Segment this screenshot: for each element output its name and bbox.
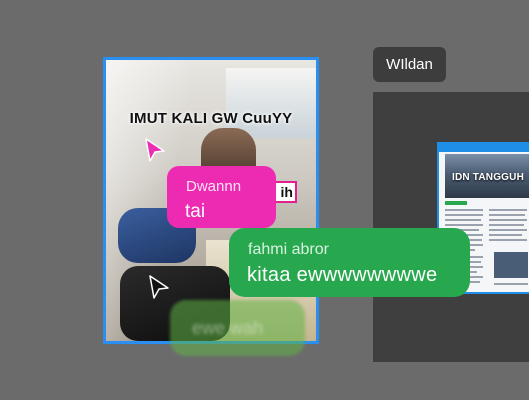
document-text-line — [445, 219, 481, 221]
document-headline: IDN TANGGUH — [451, 172, 524, 183]
chat-message-text: tai — [185, 201, 206, 222]
participant-name-tag: WIldan — [373, 47, 446, 82]
document-inline-photo — [494, 252, 528, 278]
document-text-line — [489, 239, 527, 241]
document-text-line — [494, 283, 528, 285]
document-text-line — [445, 224, 483, 226]
document-text-line — [445, 209, 483, 211]
chat-bubble-fahmi-abror[interactable]: fahmi abror kitaa ewwwwwwwwe — [229, 228, 470, 297]
document-text-line — [489, 219, 527, 221]
chat-bubble-dwannn[interactable]: Dwannn tai — [167, 166, 276, 228]
document-text-line — [489, 209, 527, 211]
photo-window-area — [226, 68, 316, 138]
cursor-pointer-icon — [145, 138, 165, 162]
chat-message-text: ewe wah — [192, 318, 264, 338]
chat-bubble-faded: ewe wah — [170, 300, 305, 356]
document-text-line — [445, 214, 483, 216]
chat-message-text: kitaa ewwwwwwwwe — [247, 264, 438, 286]
document-text-line — [489, 234, 522, 236]
document-text-line — [489, 224, 524, 226]
document-header-bar — [439, 144, 529, 152]
document-text-line — [489, 229, 527, 231]
document-text-line — [489, 214, 525, 216]
document-tag — [445, 201, 467, 205]
cursor-pointer-icon — [149, 275, 169, 299]
chat-author-name: Dwannn — [186, 178, 242, 195]
chat-author-name: fahmi abror — [248, 241, 329, 258]
photo-caption: IMUT KALI GW CuuYY — [129, 110, 293, 127]
